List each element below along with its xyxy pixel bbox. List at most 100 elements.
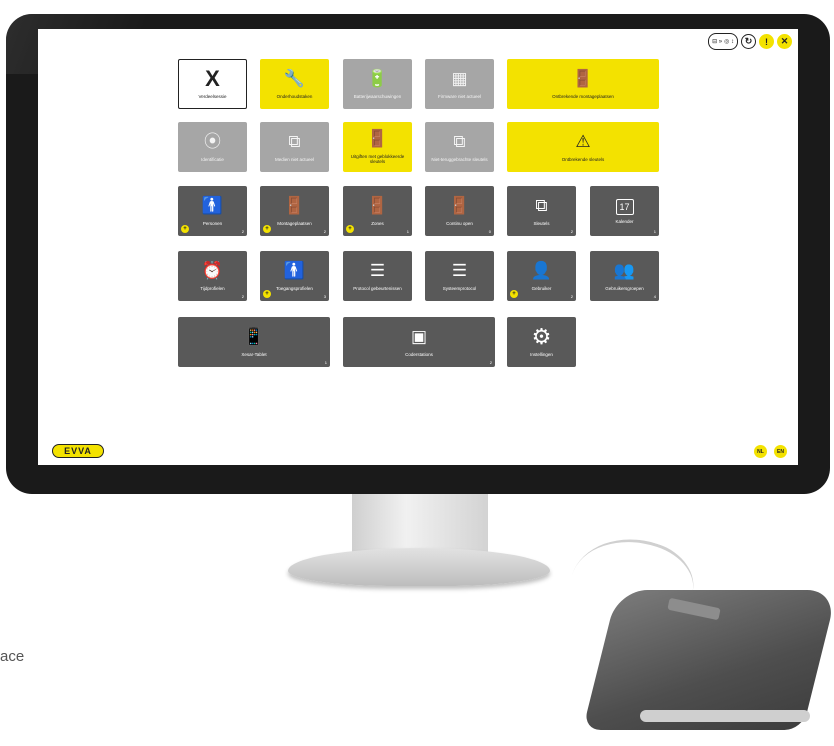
add-montageplaats-button[interactable]: + xyxy=(263,225,271,233)
tile-label: Zones xyxy=(371,220,384,226)
reader-card-slot xyxy=(640,710,810,722)
tile-uitgiften-geblokkeerd[interactable]: 🚪 Uitgiften met geblokkeerde sleutels xyxy=(343,122,412,172)
monitor-foot xyxy=(288,548,550,586)
tile-ontbrekende-sleutels[interactable]: ⚠ Ontbrekende sleutels xyxy=(507,122,659,172)
tile-count: 2 xyxy=(570,229,573,234)
monitor-neck xyxy=(352,494,488,556)
sync-button[interactable]: ↻ xyxy=(741,34,756,49)
tile-medien-niet-actueel[interactable]: ⧉ Medien niet actueel xyxy=(260,122,329,172)
tile-label: Medien niet actueel xyxy=(274,156,315,162)
tile-label: Gebruiker xyxy=(531,285,552,291)
door-clock-icon: 🚪 xyxy=(448,195,471,215)
tile-firmware[interactable]: ▦ Firmware niet actueel xyxy=(425,59,494,109)
close-icon: ✕ xyxy=(780,36,789,46)
tile-toegangsprofielen[interactable]: 🚹 Toegangsprofielen + 3 xyxy=(260,251,329,301)
person-icon: 🚹 xyxy=(201,195,224,215)
keys-icon: ⧉ xyxy=(535,195,548,215)
top-toolbar: ⊟ » ◎ ↕ ↻ ! ✕ xyxy=(708,33,792,50)
zone-door-icon: 🚪 xyxy=(366,195,389,215)
tile-label: Gebruikersgroepen xyxy=(605,285,644,291)
media-sync-icon: ⧉ xyxy=(288,131,301,151)
tile-instellingen[interactable]: ⚙ Instellingen xyxy=(507,317,576,367)
status-indicator[interactable]: ⊟ » ◎ ↕ xyxy=(708,33,738,50)
close-button[interactable]: ✕ xyxy=(777,34,792,49)
user-icon: ! xyxy=(765,36,768,47)
add-zone-button[interactable]: + xyxy=(346,225,354,233)
tile-zones[interactable]: 🚪 Zones + 1 xyxy=(343,186,412,236)
tile-gebruikersgroepen[interactable]: 👥 Gebruikersgroepen 4 xyxy=(590,251,659,301)
tile-coderstations[interactable]: ▣ Coderstations 2 xyxy=(343,317,495,367)
sync-icon: ↻ xyxy=(744,36,753,46)
tile-continu-open[interactable]: 🚪 Continu open 0 xyxy=(425,186,494,236)
wrench-icon: 🔧 xyxy=(283,68,306,88)
tile-count: 1 xyxy=(406,229,409,234)
add-person-button[interactable]: + xyxy=(181,225,189,233)
tile-tijdprofielen[interactable]: ⏰ Tijdprofielen 2 xyxy=(178,251,247,301)
coder-station-icon: ▣ xyxy=(410,326,428,346)
tile-identificatie[interactable]: ⦿ Identificatie xyxy=(178,122,247,172)
tile-kalender[interactable]: 17 Kalender 1 xyxy=(590,186,659,236)
status-left-icon: ⊟ » xyxy=(712,39,723,45)
tile-batterijwaarschuwingen[interactable]: 🔋 Batterijwaarschuwingen xyxy=(343,59,412,109)
tile-label: Identificatie xyxy=(201,156,224,162)
tile-count: 2 xyxy=(241,294,244,299)
tile-gebruiker[interactable]: 👤 Gebruiker + 2 xyxy=(507,251,576,301)
battery-icon: 🔋 xyxy=(366,68,389,88)
tile-label: Coderstations xyxy=(405,351,433,357)
tile-personen[interactable]: 🚹 Personen + 2 xyxy=(178,186,247,236)
tile-label: Montageplaatsen xyxy=(277,220,312,226)
status-right-icon: ◎ ↕ xyxy=(724,39,734,45)
add-user-button[interactable]: + xyxy=(510,290,518,298)
language-en-button[interactable]: EN xyxy=(774,445,787,458)
tile-label: Uitgiften met geblokkeerde sleutels xyxy=(350,154,405,164)
evva-logo: EVVA xyxy=(52,444,104,458)
tile-systeemprotocol[interactable]: ☰ Systeemprotocol xyxy=(425,251,494,301)
tile-count: 4 xyxy=(653,294,656,299)
tile-ontbrekende-montageplaatsen[interactable]: 🚪 Ontbrekende montageplaatsen xyxy=(507,59,659,109)
tile-label: Firmware niet actueel xyxy=(437,93,482,99)
key-warning-icon: ⚠ xyxy=(575,131,591,151)
tile-label: Ontbrekende montageplaatsen xyxy=(552,93,614,99)
key-return-icon: ⧉ xyxy=(453,131,466,151)
tile-label: Instellingen xyxy=(530,351,553,357)
calendar-icon: 17 xyxy=(615,198,634,215)
tile-count: 1 xyxy=(653,229,656,234)
language-nl-button[interactable]: NL xyxy=(754,445,767,458)
tile-label: Tijdprofielen xyxy=(200,285,225,291)
add-access-profile-button[interactable]: + xyxy=(263,290,271,298)
tile-onderhoudstaken[interactable]: 🔧 Onderhoudstaken xyxy=(260,59,329,109)
tile-xesar-tablet[interactable]: 📱 Xesar-Tablet 1 xyxy=(178,317,330,367)
tile-count: 2 xyxy=(570,294,573,299)
tile-verdeelsessie[interactable]: X Verdeelsessie xyxy=(178,59,247,109)
tile-label: Protocol gebeurtenissen xyxy=(353,285,402,291)
tile-montageplaatsen[interactable]: 🚪 Montageplaatsen + 2 xyxy=(260,186,329,236)
tile-label: Kalender xyxy=(615,218,634,224)
tablet-icon: 📱 xyxy=(243,326,265,346)
tile-niet-teruggebracht[interactable]: ⧉ Niet-teruggebrachte sleutels xyxy=(425,122,494,172)
door-icon: 🚪 xyxy=(283,195,306,215)
tile-label: Continu open xyxy=(446,220,473,226)
xesar-x-icon: X xyxy=(205,65,220,91)
tile-sleutels[interactable]: ⧉ Sleutels 2 xyxy=(507,186,576,236)
link-icon: ⦿ xyxy=(204,131,221,151)
tile-count: 3 xyxy=(323,294,326,299)
access-profile-icon: 🚹 xyxy=(283,260,306,280)
user-icon: 👤 xyxy=(530,260,553,280)
tile-count: 1 xyxy=(324,360,327,365)
tile-count: 2 xyxy=(323,229,326,234)
tile-label: Niet-teruggebrachte sleutels xyxy=(431,156,488,162)
tile-label: Verdeelsessie xyxy=(198,93,227,99)
tile-count: 0 xyxy=(488,229,491,234)
door-warning-icon: 🚪 xyxy=(572,68,594,88)
chip-icon: ▦ xyxy=(451,68,468,88)
tile-label: Personen xyxy=(202,220,223,226)
user-button[interactable]: ! xyxy=(759,34,774,49)
tile-protocol-gebeurtenissen[interactable]: ☰ Protocol gebeurtenissen xyxy=(343,251,412,301)
tile-label: Ontbrekende sleutels xyxy=(561,156,605,162)
tile-count: 2 xyxy=(241,229,244,234)
tile-label: Toegangsprofielen xyxy=(276,285,313,291)
clock-calendar-icon: ⏰ xyxy=(201,260,224,280)
gear-icon: ⚙ xyxy=(531,323,552,349)
tile-label: Batterijwaarschuwingen xyxy=(353,93,402,99)
tile-label: Sleutels xyxy=(533,220,550,226)
